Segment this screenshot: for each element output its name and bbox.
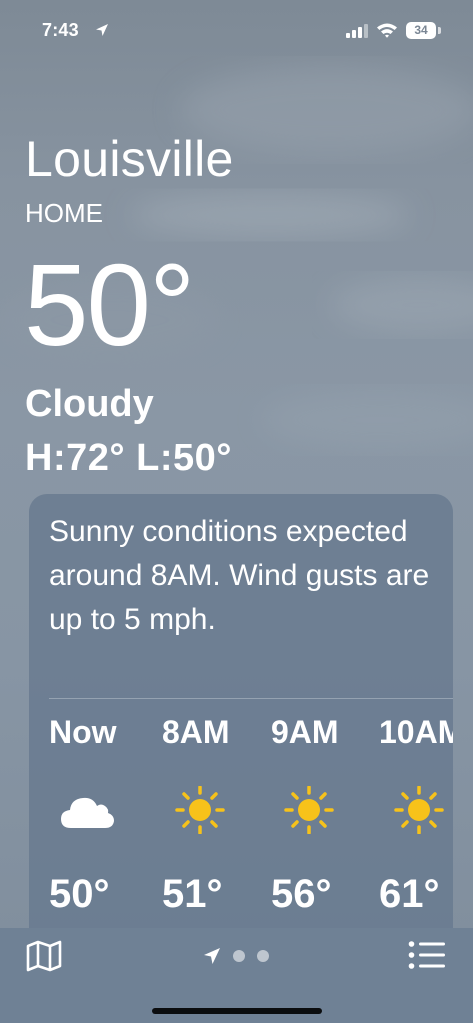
status-time: 7:43 xyxy=(42,20,79,40)
sun-icon xyxy=(284,786,334,834)
cellular-signal-icon xyxy=(346,24,368,38)
hour-temperature: 50° xyxy=(49,872,110,916)
status-bar: 7:43 34 xyxy=(0,0,473,60)
hour-temperature: 56° xyxy=(271,872,332,916)
forecast-summary: Sunny conditions expected around 8AM. Wi… xyxy=(49,515,430,636)
bottom-toolbar xyxy=(0,928,473,1023)
hourly-forecast-strip[interactable]: Now 50° 8AM 51° 9AM 56° 10AM 61° xyxy=(29,714,453,954)
hour-time: 10AM xyxy=(379,714,453,750)
city-name: Louisville xyxy=(25,131,234,187)
sun-icon xyxy=(175,786,225,834)
wifi-icon xyxy=(377,23,397,38)
cloud-icon xyxy=(61,797,114,828)
battery-level: 34 xyxy=(406,22,436,39)
hour-temperature: 51° xyxy=(162,872,223,916)
page-indicator-dot[interactable] xyxy=(233,950,245,962)
current-condition: Cloudy xyxy=(25,383,154,425)
hour-time: 9AM xyxy=(271,714,339,750)
home-indicator[interactable] xyxy=(152,1008,322,1014)
current-temperature: 50° xyxy=(24,240,195,370)
sun-icon xyxy=(394,786,444,834)
battery-icon: 34 xyxy=(406,22,442,39)
hour-time: 8AM xyxy=(162,714,230,750)
high-low-temperature: H:72° L:50° xyxy=(25,437,232,479)
location-arrow-icon xyxy=(96,24,108,36)
hour-temperature: 61° xyxy=(379,872,440,916)
city-list-icon[interactable] xyxy=(408,940,446,970)
battery-nub xyxy=(438,27,441,34)
hour-time: Now xyxy=(49,714,117,750)
map-icon[interactable] xyxy=(26,940,62,972)
location-label: HOME xyxy=(25,198,103,228)
hourly-forecast-card[interactable]: Sunny conditions expected around 8AM. Wi… xyxy=(29,494,453,964)
page-indicator-dot[interactable] xyxy=(257,950,269,962)
card-divider xyxy=(49,698,453,699)
current-location-page-icon[interactable] xyxy=(203,947,221,965)
